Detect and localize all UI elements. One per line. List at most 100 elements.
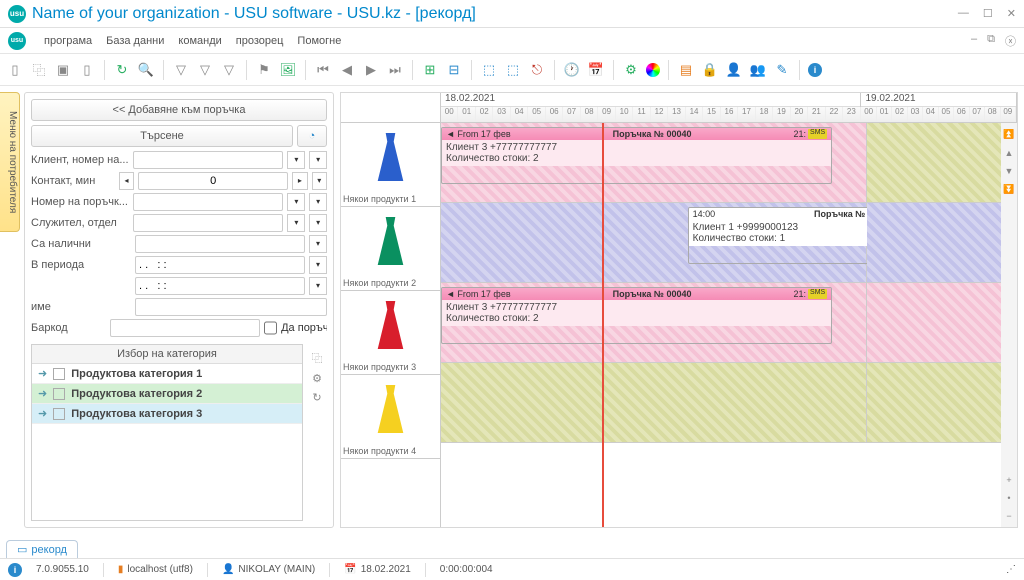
barcode-label: Баркод [31, 322, 106, 334]
refresh-icon[interactable]: ↻ [113, 61, 131, 79]
mdi-close-icon[interactable]: ⓧ [1005, 33, 1016, 49]
filter2-icon[interactable]: ▽ [196, 61, 214, 79]
employee-dd1[interactable]: ▾ [287, 214, 305, 232]
period-to-dd[interactable]: ▾ [309, 277, 327, 295]
expand-icon[interactable]: ➜ [38, 387, 47, 400]
employee-input[interactable] [133, 214, 283, 232]
orderno-dd1[interactable]: ▾ [287, 193, 305, 211]
search-button[interactable]: Търсене [31, 125, 293, 147]
lock-icon[interactable]: 🔒 [701, 61, 719, 79]
next-icon[interactable]: ▶ [362, 61, 380, 79]
day1-header: 18.02.2021 [441, 93, 860, 107]
new-icon[interactable]: ▯ [6, 61, 24, 79]
last-icon[interactable]: ⏭ [386, 61, 404, 79]
period-to-input[interactable] [135, 277, 305, 295]
menu-window[interactable]: прозорец [236, 35, 284, 47]
scroll-up-icon[interactable]: ▲ [1005, 148, 1014, 158]
minimize-icon[interactable]: — [958, 7, 969, 20]
refresh-list-icon[interactable]: ↻ [312, 391, 321, 404]
calendar-icon[interactable]: 📅 [587, 61, 605, 79]
client-dd2[interactable]: ▾ [309, 151, 327, 169]
copy-list-icon[interactable]: ⿻ [312, 350, 323, 366]
maximize-icon[interactable]: ☐ [983, 7, 993, 20]
expand-icon[interactable]: ➜ [38, 367, 47, 380]
contact-dd[interactable]: ▾ [312, 172, 327, 190]
exit-icon[interactable]: ⎋ [528, 61, 546, 79]
available-label: Са налични [31, 238, 131, 250]
period-from-input[interactable] [135, 256, 305, 274]
period-from-dd[interactable]: ▾ [309, 256, 327, 274]
report1-icon[interactable]: ⬚ [480, 61, 498, 79]
contact-label: Контакт, мин [31, 175, 115, 187]
user-menu-tab[interactable]: Меню на потребителя [0, 92, 20, 232]
order-checkbox[interactable] [264, 319, 277, 337]
add-to-order-button[interactable]: << Добавяне към поръчка [31, 99, 327, 121]
cat-checkbox[interactable] [53, 368, 65, 380]
category-row-1[interactable]: ➜Продуктова категория 1 [32, 364, 302, 384]
scroll-up-fast-icon[interactable]: ⏫ [1003, 129, 1014, 140]
scroll-down-icon[interactable]: ▼ [1005, 166, 1014, 176]
zoom-in-icon[interactable]: + [1006, 475, 1011, 485]
menu-program[interactable]: програма [44, 35, 92, 47]
highlight-icon[interactable]: ✎ [773, 61, 791, 79]
user2-icon[interactable]: 👥 [749, 61, 767, 79]
clock-icon[interactable]: 🕐 [563, 61, 581, 79]
orderno-input[interactable] [133, 193, 283, 211]
name-input[interactable] [135, 298, 327, 316]
client-input[interactable] [133, 151, 283, 169]
image-icon[interactable]: 🖼 [279, 61, 297, 79]
expand-icon[interactable]: ➜ [38, 407, 47, 420]
category-row-3[interactable]: ➜Продуктова категория 3 [32, 404, 302, 424]
menu-commands[interactable]: команди [178, 35, 221, 47]
flag-icon[interactable]: ⚑ [255, 61, 273, 79]
employee-dd2[interactable]: ▾ [309, 214, 327, 232]
menu-help[interactable]: Помогне [297, 35, 341, 47]
contact-inc[interactable]: ▸ [292, 172, 307, 190]
client-dd1[interactable]: ▾ [287, 151, 305, 169]
zoom-marker-icon[interactable]: • [1007, 493, 1010, 503]
excel-icon[interactable]: ⊞ [421, 61, 439, 79]
available-input[interactable] [135, 235, 305, 253]
search-options-button[interactable]: ◔ [297, 125, 327, 147]
mdi-restore-icon[interactable]: ⧉ [987, 33, 995, 49]
orderno-dd2[interactable]: ▾ [309, 193, 327, 211]
barcode-input[interactable] [110, 319, 260, 337]
resize-grip-icon[interactable]: ⋰ [1006, 564, 1016, 575]
product-label-1: Някои продукти 1 [343, 194, 438, 204]
zoom-out-icon[interactable]: − [1006, 511, 1011, 521]
copy-icon[interactable]: ⿻ [30, 61, 48, 79]
user-icon: 👤 [222, 564, 234, 575]
status-info-icon[interactable]: i [8, 563, 22, 577]
color-icon[interactable] [646, 63, 660, 77]
tab-label: рекорд [31, 544, 67, 556]
menu-database[interactable]: База данни [106, 35, 164, 47]
filter-icon[interactable]: ▽ [172, 61, 190, 79]
gear-icon[interactable]: ⚙ [622, 61, 640, 79]
close-icon[interactable]: ✕ [1007, 7, 1016, 20]
scroll-down-fast-icon[interactable]: ⏬ [1003, 184, 1014, 195]
rss-icon[interactable]: ▤ [677, 61, 695, 79]
filter3-icon[interactable]: ▽ [220, 61, 238, 79]
user1-icon[interactable]: 👤 [725, 61, 743, 79]
first-icon[interactable]: ⏮ [314, 61, 332, 79]
prev-icon[interactable]: ◀ [338, 61, 356, 79]
order-event-3[interactable]: ◄ From 17 февПоръчка № 0004021:SMS Клиен… [441, 287, 832, 344]
delete-icon[interactable]: ▯ [78, 61, 96, 79]
mdi-minimize-icon[interactable]: – [971, 33, 977, 49]
cat-checkbox[interactable] [53, 408, 65, 420]
info-icon[interactable]: i [808, 63, 822, 77]
settings-list-icon[interactable]: ⚙ [312, 372, 322, 385]
search-icon[interactable]: 🔍 [137, 61, 155, 79]
available-dd[interactable]: ▾ [309, 235, 327, 253]
contact-input[interactable] [138, 172, 288, 190]
cat-checkbox[interactable] [53, 388, 65, 400]
category-row-2[interactable]: ➜Продуктова категория 2 [32, 384, 302, 404]
word-icon[interactable]: ⊟ [445, 61, 463, 79]
order-event-1[interactable]: ◄ From 17 февПоръчка № 0004021:SMS Клиен… [441, 127, 832, 184]
product-image-2 [368, 211, 414, 271]
tab-record[interactable]: ▭рекорд [6, 540, 78, 558]
contact-dec[interactable]: ◂ [119, 172, 134, 190]
save-icon[interactable]: ▣ [54, 61, 72, 79]
event-qty: Количество стоки: 2 [446, 313, 827, 324]
report2-icon[interactable]: ⬚ [504, 61, 522, 79]
